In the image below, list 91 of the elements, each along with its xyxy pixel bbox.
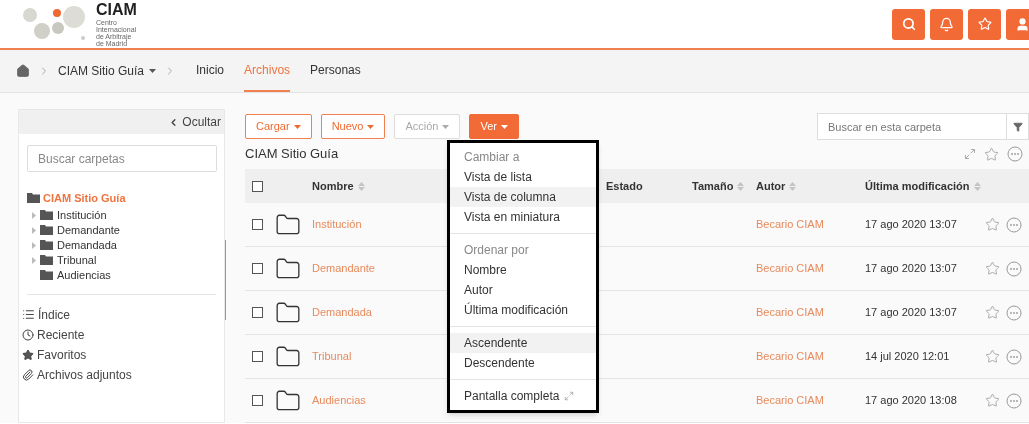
menu-item[interactable]: Nombre	[450, 260, 596, 280]
sidebar-link[interactable]: Índice	[38, 305, 71, 324]
tree-item[interactable]: Institución	[57, 206, 107, 224]
tree-item[interactable]: Audiencias	[57, 266, 111, 284]
more-icon[interactable]	[1006, 348, 1022, 365]
column-header[interactable]: Estado	[606, 177, 643, 195]
clock-icon	[22, 328, 34, 341]
folder-content-search-field[interactable]: Buscar en esta carpeta	[817, 113, 1007, 140]
folder-title: CIAM Sitio Guía	[245, 145, 339, 164]
more-icon[interactable]	[1006, 392, 1022, 409]
star-icon	[977, 17, 992, 31]
tree-item[interactable]: Demandada	[57, 236, 117, 254]
user-icon	[1015, 16, 1029, 32]
paperclip-icon	[22, 368, 34, 381]
menu-item[interactable]: Autor	[450, 280, 596, 300]
star-icon[interactable]	[985, 305, 1000, 320]
checkbox[interactable]	[252, 263, 263, 274]
sidebar-link[interactable]: Archivos adjuntos	[37, 365, 132, 384]
more-icon[interactable]	[1006, 304, 1022, 321]
column-header[interactable]: Autor	[756, 177, 786, 195]
sidebar-link[interactable]: Favoritos	[37, 345, 87, 364]
checkbox[interactable]	[252, 307, 263, 318]
favorites-button[interactable]	[968, 8, 1001, 40]
search-button[interactable]	[892, 8, 925, 40]
folder-icon	[40, 225, 53, 235]
folder-icon	[40, 210, 53, 220]
sort-icon[interactable]	[737, 181, 745, 191]
sidebar-link[interactable]: Reciente	[37, 325, 85, 344]
checkbox[interactable]	[252, 180, 263, 192]
menu-item[interactable]: Vista de columna	[450, 187, 596, 207]
expand-icon[interactable]	[32, 211, 36, 219]
sort-icon[interactable]	[789, 181, 797, 191]
nav-tab[interactable]: Personas	[310, 50, 361, 92]
nav-tab[interactable]: Inicio	[196, 50, 225, 92]
expand-icon[interactable]	[32, 256, 36, 264]
folder-icon	[40, 255, 53, 265]
menu-item[interactable]: Última modificación	[450, 300, 596, 320]
modified-date: 17 ago 2020 13:07	[865, 261, 957, 277]
checkbox[interactable]	[252, 395, 263, 406]
list-icon	[22, 308, 35, 321]
user-button[interactable]	[1006, 8, 1029, 40]
menu-heading: Cambiar a	[463, 149, 521, 166]
modified-date: 17 ago 2020 13:07	[865, 305, 957, 321]
expand-icon[interactable]	[32, 226, 36, 234]
expand-icon[interactable]	[964, 148, 976, 160]
tree-item[interactable]: Demandante	[57, 221, 120, 239]
caret-icon	[293, 124, 301, 129]
menu-heading: Ordenar por	[463, 242, 530, 259]
modified-date: 17 ago 2020 13:07	[865, 217, 957, 233]
column-header[interactable]: Nombre	[312, 177, 354, 195]
filter-icon	[1012, 121, 1023, 132]
home-icon[interactable]	[16, 64, 30, 78]
checkbox[interactable]	[252, 351, 263, 362]
caret-icon	[367, 124, 375, 129]
menu-item[interactable]: Descendente	[450, 353, 596, 373]
checkbox[interactable]	[252, 219, 263, 230]
more-icon[interactable]	[1006, 216, 1022, 233]
sort-icon[interactable]	[973, 181, 981, 191]
star-icon[interactable]	[985, 349, 1000, 364]
star-icon	[22, 348, 34, 361]
more-icon[interactable]	[1006, 260, 1022, 277]
sort-icon[interactable]	[357, 181, 365, 191]
hide-button[interactable]: Ocultar	[168, 113, 221, 131]
more-icon[interactable]	[1007, 146, 1023, 162]
expand-icon[interactable]	[32, 241, 36, 249]
bell-icon	[939, 16, 954, 32]
logo-name: CIAM	[96, 1, 137, 18]
modified-date: 14 jul 2020 12:01	[865, 349, 950, 365]
star-icon[interactable]	[985, 393, 1000, 408]
notifications-button[interactable]	[930, 8, 963, 40]
folder-icon	[40, 240, 53, 250]
menu-item[interactable]: Vista de lista	[450, 167, 596, 187]
search-icon	[901, 17, 916, 31]
folder-icon	[40, 270, 53, 280]
site-menu[interactable]: CIAM Sitio Guía	[58, 62, 157, 80]
menu-item[interactable]: Pantalla completa	[450, 386, 596, 406]
expand-icon	[564, 391, 575, 401]
caret-icon	[500, 124, 508, 129]
star-icon[interactable]	[985, 217, 1000, 232]
star-icon[interactable]	[985, 261, 1000, 276]
menu-item[interactable]: Vista en miniatura	[450, 207, 596, 227]
folder-search-field[interactable]: Buscar carpetas	[27, 145, 217, 172]
column-header[interactable]: Última modificación	[865, 177, 970, 195]
folder-icon	[27, 193, 40, 204]
tree-item[interactable]: Tribunal	[57, 251, 97, 269]
modified-date: 17 ago 2020 13:08	[865, 393, 957, 409]
caret-icon	[442, 124, 450, 129]
filter-button[interactable]	[1007, 113, 1029, 140]
star-icon[interactable]	[984, 146, 999, 162]
menu-item[interactable]: Ascendente	[450, 333, 596, 353]
column-header[interactable]: Tamaño	[692, 177, 734, 195]
